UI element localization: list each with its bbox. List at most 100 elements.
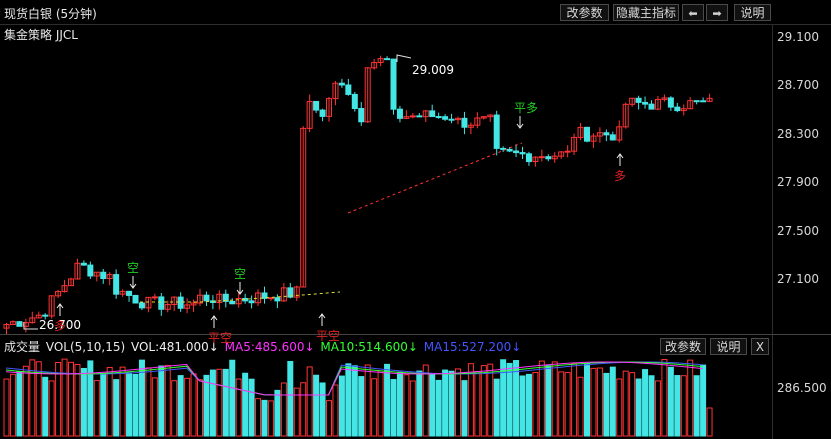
candle-body [525,153,532,163]
volume-bar [177,375,184,437]
volume-bar [467,363,474,437]
candle-body [519,152,526,155]
candle-body [429,110,436,118]
volume-bar [61,358,68,437]
volume-bar [396,371,403,437]
volume-bar [42,376,49,437]
volume-bar [100,373,107,437]
volume-bar [171,380,178,437]
candle-body [313,100,320,111]
volume-bar [255,398,262,437]
volume-bar [229,359,236,437]
volume-bar [216,368,223,437]
candle-body [700,100,707,103]
candlestick-chart[interactable]: 29.00926.700空 空平多平空多平空多 [0,0,831,439]
signal-marker: 平空 [208,315,232,345]
candle-body [435,116,442,119]
volume-bar [416,370,423,437]
candle-body [500,147,507,150]
volume-bar [409,380,416,437]
volume-bar [596,367,603,437]
volume-bar [474,371,481,437]
volume-bar [287,360,294,437]
volume-bar [48,380,55,437]
candle-body [358,108,365,123]
volume-bar [351,365,358,437]
candle-body [158,296,165,310]
candle-body [345,84,352,95]
volume-bar [687,359,694,437]
candle-body [648,103,655,110]
volume-bar [164,364,171,437]
volume-bar [113,379,120,437]
volume-bar [506,362,513,437]
volume-bar [590,367,597,437]
candle-body [203,294,210,302]
volume-bar [209,369,216,437]
volume-bar [403,374,410,437]
volume-bar [609,366,616,437]
candle-body [693,100,700,103]
volume-bar [532,372,539,437]
volume-bar [558,371,565,437]
candle-body [506,148,513,152]
signal-marker: 平空 [316,313,340,343]
candle-body [177,296,184,309]
volume-bar [93,380,100,437]
volume-bar [119,366,126,437]
candle-body [564,150,571,153]
candle-body [151,296,158,299]
candle-body [642,101,649,105]
volume-bar [642,369,649,437]
volume-bar [300,382,307,437]
volume-bar [551,361,558,437]
signal-label: 空 [234,267,246,281]
volume-bar [564,372,571,437]
candle-body [42,314,49,317]
volume-bar [222,368,229,437]
volume-bar [267,400,274,437]
volume-bar [274,389,281,437]
signal-marker: 空 [127,261,139,289]
candle-body [609,134,616,141]
candle-body [126,290,133,296]
signal-label: 空 [127,261,139,275]
volume-bar [306,366,313,437]
volume-bar [151,377,158,437]
signal-label: 平空 [316,329,340,343]
candle-body [351,93,358,110]
signal-marker: 多 [614,153,626,183]
candle-body [545,156,552,160]
volume-bar [680,375,687,437]
volume-bar [203,374,210,437]
volume-bar [700,364,707,437]
signal-label: 多 [54,319,66,333]
signal-marker: 平多 [514,101,538,129]
volume-bar [384,363,391,437]
volume-bar [319,382,326,437]
candle-body [384,58,391,61]
candle-body [100,271,107,280]
candle-body [132,294,139,304]
volume-bar [455,368,461,437]
volume-bar [87,360,94,437]
candle-body [538,156,545,159]
signal-marker: 空 [234,267,246,295]
volume-bar [448,370,455,437]
volume-bar [22,365,29,437]
candle-body [16,321,23,327]
volume-bar [571,363,578,437]
signal-label: 平多 [514,101,538,115]
volume-bar [184,377,191,437]
volume-bar [648,375,655,437]
candle-body [409,115,416,118]
volume-bar [158,365,165,437]
candle-body [635,97,642,103]
volume-bar [429,373,436,437]
volume-bar [390,379,397,437]
candle-body [138,302,145,309]
volume-bar [442,369,449,437]
candle-body [390,58,397,110]
candle-body [667,97,674,108]
volume-bar [358,376,365,437]
